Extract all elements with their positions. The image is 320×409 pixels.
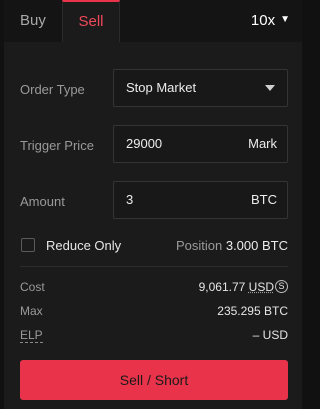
order-type-value: Stop Market <box>126 80 197 95</box>
cost-value-group: 9,061.77 USD S <box>199 280 288 294</box>
dropdown-triangle-icon <box>265 85 275 91</box>
tab-buy[interactable]: Buy <box>20 0 46 42</box>
divider <box>20 266 288 267</box>
order-type-label: Order Type <box>20 82 85 97</box>
max-value: 235.295 BTC <box>217 304 288 318</box>
order-side-tabs: Buy Sell 10x ▼ <box>4 0 302 42</box>
position-info: Position 3.000 BTC <box>176 238 288 253</box>
currency-switch-icon[interactable]: S <box>275 280 288 294</box>
amount-input[interactable]: 3 BTC <box>113 181 288 219</box>
caret-down-icon: ▼ <box>280 14 290 26</box>
trigger-price-type[interactable]: Mark <box>248 126 277 162</box>
amount-value: 3 <box>126 192 134 207</box>
trigger-price-input[interactable]: 29000 Mark <box>113 125 288 163</box>
tab-sell[interactable]: Sell <box>62 0 120 42</box>
trigger-price-label: Trigger Price <box>20 138 94 153</box>
cost-label: Cost <box>20 280 45 294</box>
cost-value: 9,061.77 <box>198 280 246 294</box>
elp-label[interactable]: ELP <box>20 328 43 343</box>
leverage-selector[interactable]: 10x ▼ <box>251 0 290 42</box>
max-label: Max <box>20 304 43 318</box>
trigger-price-value: 29000 <box>126 136 163 151</box>
order-panel: Buy Sell 10x ▼ Order Type Stop Market Tri… <box>4 0 302 409</box>
position-label: Position <box>175 238 223 253</box>
reduce-only-checkbox[interactable] <box>21 238 35 252</box>
sell-short-button[interactable]: Sell / Short <box>20 360 288 400</box>
cost-unit[interactable]: USD <box>249 280 274 294</box>
reduce-only-label[interactable]: Reduce Only <box>46 238 121 253</box>
amount-unit: BTC <box>251 192 277 207</box>
amount-label: Amount <box>20 194 65 209</box>
elp-value: – USD <box>252 328 288 342</box>
leverage-value: 10x <box>250 12 276 29</box>
position-value: 3.000 BTC <box>225 238 288 253</box>
order-type-select[interactable]: Stop Market <box>113 69 288 107</box>
